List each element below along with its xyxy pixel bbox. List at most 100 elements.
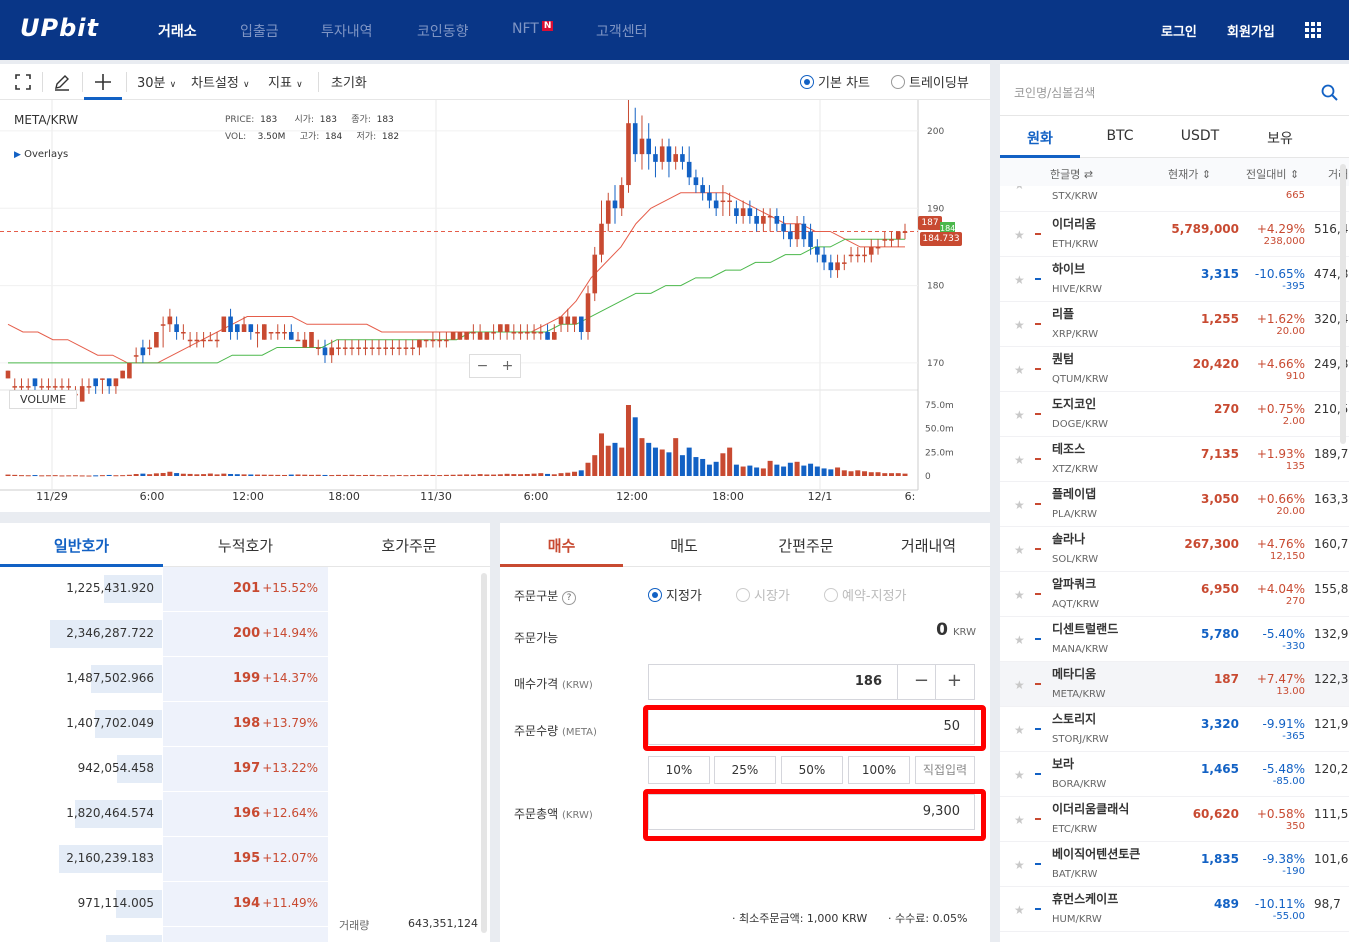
pct-25-button[interactable]: 25% <box>714 756 776 784</box>
col-name-sort[interactable]: 한글명 ⇄ <box>1050 166 1093 182</box>
pct-10-button[interactable]: 10% <box>648 756 710 784</box>
tab-orderbook-order[interactable]: 호가주문 <box>328 535 490 556</box>
nav-customer-center[interactable]: 고객센터 <box>596 21 648 41</box>
pencil-icon[interactable] <box>53 73 71 91</box>
zoom-in-button[interactable]: + <box>502 358 514 374</box>
market-order-radio[interactable]: 시장가 <box>736 585 790 604</box>
tab-general-orderbook[interactable]: 일반호가 <box>0 535 163 556</box>
tab-buy[interactable]: 매수 <box>500 535 623 556</box>
candlestick-chart[interactable]: 200 190 180 170 75.0m 50.0m 25.0m 0 11/29 6:00 12:… <box>0 100 990 512</box>
reserve-limit-radio[interactable]: 예약-지정가 <box>824 585 907 604</box>
star-icon[interactable]: ★ <box>1014 903 1025 917</box>
coin-row[interactable]: ★ 스토리지 STORJ/KRW 3,320 -9.91% -365 121,9 <box>1000 707 1349 752</box>
star-icon[interactable]: ★ <box>1014 186 1025 192</box>
coin-row[interactable]: ★ 하이브 HIVE/KRW 3,315 -10.65% -395 474,8 <box>1000 257 1349 302</box>
coin-row-partial[interactable]: ★ STX/KRW 665 <box>1000 186 1349 212</box>
grid-menu-icon[interactable] <box>1305 22 1321 38</box>
star-icon[interactable]: ★ <box>1014 228 1025 242</box>
star-icon[interactable]: ★ <box>1014 318 1025 332</box>
orderbook-scrollbar[interactable] <box>481 573 487 933</box>
star-icon[interactable]: ★ <box>1014 543 1025 557</box>
ask-price-cell[interactable]: 195 +12.07% <box>163 837 328 881</box>
ask-price-cell[interactable]: 193+10.92% <box>163 927 328 942</box>
ask-price-cell[interactable]: 201 +15.52% <box>163 567 328 611</box>
orderbook-row[interactable]: 2,346,287.722 200 +14.94% <box>0 612 490 657</box>
coin-row[interactable]: ★ 플레이댑 PLA/KRW 3,050 +0.66% 20.00 163,3 <box>1000 482 1349 527</box>
orderbook-row[interactable]: 942,054.458 197 +13.22% <box>0 747 490 792</box>
login-link[interactable]: 로그인 <box>1161 21 1197 40</box>
buy-price-input[interactable]: 186 <box>855 674 882 689</box>
coin-row[interactable]: ★ 도지코인 DOGE/KRW 270 +0.75% 2.00 210,5 <box>1000 392 1349 437</box>
coin-row[interactable]: ★ 리플 XRP/KRW 1,255 +1.62% 20.00 320,4 <box>1000 302 1349 347</box>
pct-50-button[interactable]: 50% <box>781 756 843 784</box>
orderbook-row[interactable]: 1,225,431.920 201 +15.52% <box>0 567 490 612</box>
nav-nft[interactable]: NFT N <box>512 21 554 37</box>
ask-price-cell[interactable]: 198 +13.79% <box>163 702 328 746</box>
coin-row[interactable]: ★ 퀀텀 QTUM/KRW 20,420 +4.66% 910 249,8 <box>1000 347 1349 392</box>
tab-btc-market[interactable]: BTC <box>1080 128 1160 144</box>
nav-coin-trends[interactable]: 코인동향 <box>417 21 469 41</box>
coin-row[interactable]: ★ 이더리움 ETH/KRW 5,789,000 +4.29% 238,000 516,4 <box>1000 212 1349 257</box>
star-icon[interactable]: ★ <box>1014 498 1025 512</box>
star-icon[interactable]: ★ <box>1014 723 1025 737</box>
ask-price-cell[interactable]: 199 +14.37% <box>163 657 328 701</box>
tab-trade-history[interactable]: 거래내역 <box>867 535 990 556</box>
coin-list-scrollbar[interactable] <box>1340 164 1346 444</box>
direct-input-button[interactable]: 직접입력 <box>915 756 975 784</box>
search-icon[interactable] <box>1321 84 1339 102</box>
fullscreen-icon[interactable] <box>15 74 31 90</box>
coin-row[interactable]: ★ 디센트럴랜드 MANA/KRW 5,780 -5.40% -330 132,9 <box>1000 617 1349 662</box>
basic-chart-radio[interactable]: 기본 차트 <box>800 72 870 91</box>
ask-price-cell[interactable]: 200 +14.94% <box>163 612 328 656</box>
star-icon[interactable]: ★ <box>1014 273 1025 287</box>
signup-link[interactable]: 회원가입 <box>1227 21 1275 40</box>
tradingview-radio[interactable]: 트레이딩뷰 <box>891 72 969 91</box>
star-icon[interactable]: ★ <box>1014 633 1025 647</box>
chart-settings-select[interactable]: 차트설정 ∨ <box>191 72 250 91</box>
interval-select[interactable]: 30분 ∨ <box>137 72 176 91</box>
help-icon[interactable]: ? <box>562 591 576 605</box>
crosshair-icon[interactable] <box>94 73 112 91</box>
star-icon[interactable]: ★ <box>1014 813 1025 827</box>
indicators-select[interactable]: 지표 ∨ <box>268 72 303 91</box>
coin-row[interactable]: ★ 베이직어텐션토큰 BAT/KRW 1,835 -9.38% -190 101,6 <box>1000 842 1349 887</box>
star-icon[interactable]: ★ <box>1014 588 1025 602</box>
overlays-toggle[interactable]: ▶ Overlays <box>14 149 68 160</box>
price-increase-button[interactable]: + <box>947 670 962 691</box>
star-icon[interactable]: ★ <box>1014 858 1025 872</box>
coin-search-input[interactable]: 코인명/심볼검색 <box>1014 84 1095 101</box>
col-price-sort[interactable]: 현재가 ⇕ <box>1168 166 1211 182</box>
ask-price-cell[interactable]: 197 +13.22% <box>163 747 328 791</box>
tab-usdt-market[interactable]: USDT <box>1160 128 1240 144</box>
star-icon[interactable]: ★ <box>1014 453 1025 467</box>
tab-holdings[interactable]: 보유 <box>1240 128 1320 148</box>
upbit-logo[interactable]: UPbit <box>20 14 99 42</box>
coin-row[interactable]: ★ 솔라나 SOL/KRW 267,300 +4.76% 12,150 160,7 <box>1000 527 1349 572</box>
nav-investments[interactable]: 투자내역 <box>321 21 373 41</box>
coin-row[interactable]: ★ 휴먼스케이프 HUM/KRW 489 -10.11% -55.00 98,7 <box>1000 887 1349 932</box>
reset-button[interactable]: 초기화 <box>331 72 367 91</box>
col-change-sort[interactable]: 전일대비 ⇕ <box>1246 166 1299 182</box>
tab-cumulative-orderbook[interactable]: 누적호가 <box>163 535 328 556</box>
coin-row[interactable]: ★ 보라 BORA/KRW 1,465 -5.48% -85.00 120,2 <box>1000 752 1349 797</box>
zoom-out-button[interactable]: − <box>477 358 489 374</box>
coin-row[interactable]: ★ 테조스 XTZ/KRW 7,135 +1.93% 135 189,7 <box>1000 437 1349 482</box>
pct-100-button[interactable]: 100% <box>848 756 910 784</box>
star-icon[interactable]: ★ <box>1014 363 1025 377</box>
limit-order-radio[interactable]: 지정가 <box>648 585 702 604</box>
nav-deposit-withdraw[interactable]: 입출금 <box>240 21 279 41</box>
orderbook-row[interactable]: 1,487,502.966 199 +14.37% <box>0 657 490 702</box>
nav-exchange[interactable]: 거래소 <box>158 21 197 41</box>
tab-krw-market[interactable]: 원화 <box>1000 128 1080 148</box>
coin-row[interactable]: ★ 메타디움 META/KRW 187 +7.47% 13.00 122,3 <box>1000 662 1349 707</box>
orderbook-row[interactable]: 2,160,239.183 195 +12.07% <box>0 837 490 882</box>
price-decrease-button[interactable]: − <box>914 670 929 691</box>
tab-sell[interactable]: 매도 <box>623 535 745 556</box>
orderbook-row[interactable]: 1,820,464.574 196 +12.64% <box>0 792 490 837</box>
ask-price-cell[interactable]: 196 +12.64% <box>163 792 328 836</box>
star-icon[interactable]: ★ <box>1014 678 1025 692</box>
coin-row[interactable]: ★ 알파쿼크 AQT/KRW 6,950 +4.04% 270 155,8 <box>1000 572 1349 617</box>
coin-row[interactable]: ★ 이더리움클래식 ETC/KRW 60,620 +0.58% 350 111,5 <box>1000 797 1349 842</box>
ask-price-cell[interactable]: 194 +11.49% <box>163 882 328 926</box>
star-icon[interactable]: ★ <box>1014 768 1025 782</box>
